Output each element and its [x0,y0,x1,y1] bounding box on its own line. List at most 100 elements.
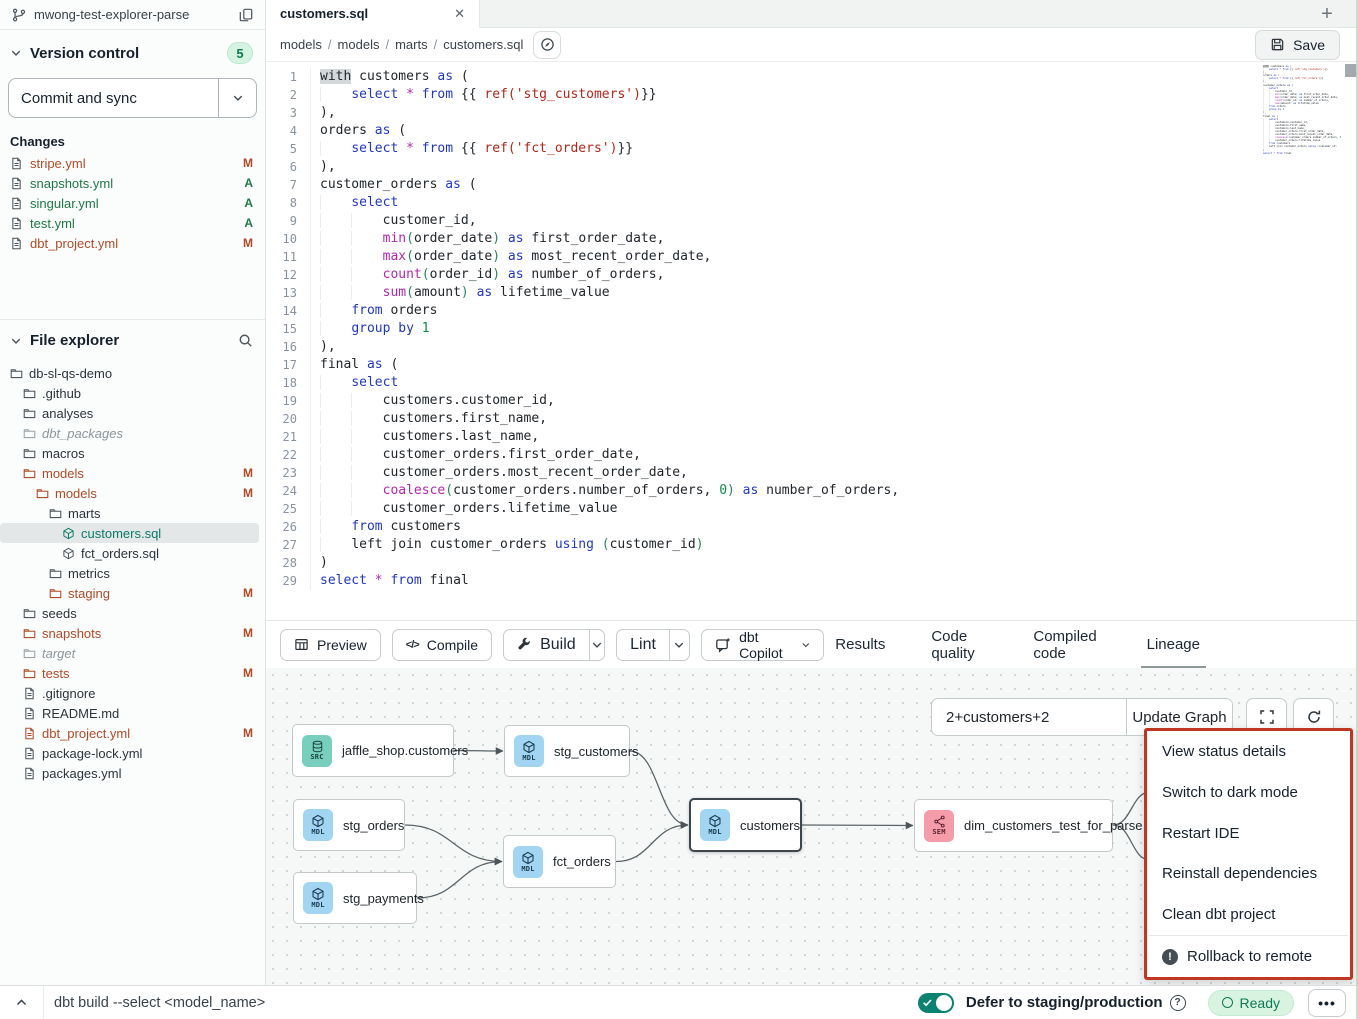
breadcrumb-item[interactable]: customers.sql [443,37,523,52]
tree-item--gitignore[interactable]: .gitignore [0,683,265,703]
file-icon [10,177,23,190]
tree-item-label: README.md [42,706,253,721]
save-button[interactable]: Save [1255,30,1340,60]
breadcrumb-item[interactable]: models [280,37,322,52]
line-number: 13 [266,284,310,302]
code-line: 8 select [266,194,1358,212]
lint-button[interactable]: Lint [617,630,669,660]
code-line: 27 left join customer_orders using (cust… [266,536,1358,554]
tree-item-models[interactable]: modelsM [0,463,265,483]
tree-item-label: tests [42,666,237,681]
tree-item-packages-yml[interactable]: packages.yml [0,763,265,783]
commit-options-caret[interactable] [218,79,256,117]
lineage-node-stg_customers[interactable]: MDLstg_customers [504,725,630,777]
tree-item-metrics[interactable]: metrics [0,563,265,583]
build-button[interactable]: Build [504,630,589,660]
output-tab-lineage[interactable]: Lineage [1147,621,1200,669]
tree-item-db-sl-qs-demo[interactable]: db-sl-qs-demo [0,363,265,383]
line-number: 25 [266,500,310,518]
tree-item-macros[interactable]: macros [0,443,265,463]
tree-item-customers-sql[interactable]: customers.sql [0,523,259,543]
tree-item-dbt-packages[interactable]: dbt_packages [0,423,265,443]
compile-button[interactable]: </> Compile [392,629,492,661]
lineage-node-stg_orders[interactable]: MDLstg_orders [293,799,405,851]
change-row[interactable]: dbt_project.ymlM [0,233,265,253]
change-row[interactable]: test.ymlA [0,213,265,233]
editor-minimap[interactable]: with customers as ( select * from {{ ref… [1263,65,1341,155]
code-editor[interactable]: 1with customers as (2 select * from {{ r… [266,62,1358,620]
tree-item-snapshots[interactable]: snapshotsM [0,623,265,643]
copy-icon[interactable] [239,8,253,22]
folder-icon [23,467,36,480]
lineage-node-jaffle_shop-customers[interactable]: SRCjaffle_shop.customers [292,724,454,777]
line-number: 28 [266,554,310,572]
defer-toggle[interactable] [918,993,954,1013]
menu-item-view-status-details[interactable]: View status details [1147,731,1350,772]
dbt-copilot-button[interactable]: dbt Copilot [701,629,824,661]
new-tab-button[interactable]: + [1312,0,1342,28]
preview-label: Preview [317,637,367,653]
tab-customers-sql[interactable]: customers.sql ✕ [266,0,480,28]
commit-button-label[interactable]: Commit and sync [9,79,218,117]
menu-item-restart-ide[interactable]: Restart IDE [1147,813,1350,854]
search-icon[interactable] [238,333,253,348]
tree-item-models[interactable]: modelsM [0,483,265,503]
code-line: 11 max(order_date) as most_recent_order_… [266,248,1358,266]
tree-item-label: customers.sql [81,526,247,541]
compile-label: Compile [427,637,478,653]
line-number: 18 [266,374,310,392]
version-control-header[interactable]: Version control 5 [0,30,265,72]
fullscreen-icon [1259,709,1275,725]
tree-item-target[interactable]: target [0,643,265,663]
code-line: 22 customer_orders.first_order_date, [266,446,1358,464]
tree-item-tests[interactable]: testsM [0,663,265,683]
expand-command-bar-button[interactable] [0,986,44,1019]
status-ready-badge[interactable]: Ready [1208,990,1294,1016]
preview-button[interactable]: Preview [280,629,381,661]
tree-item-seeds[interactable]: seeds [0,603,265,623]
menu-item-reinstall-dependencies[interactable]: Reinstall dependencies [1147,854,1350,895]
tree-item-dbt-project-yml[interactable]: dbt_project.ymlM [0,723,265,743]
tree-item-fct-orders-sql[interactable]: fct_orders.sql [0,543,265,563]
breadcrumb-item[interactable]: models [338,37,380,52]
node-type-tile: MDL [513,846,543,878]
tree-item-staging[interactable]: stagingM [0,583,265,603]
close-tab-icon[interactable]: ✕ [450,5,469,22]
lineage-node-customers[interactable]: MDLcustomers [689,798,802,852]
tree-item--github[interactable]: .github [0,383,265,403]
model-icon [311,814,325,828]
build-options-caret[interactable] [589,630,604,660]
commit-and-sync-button[interactable]: Commit and sync [8,78,257,118]
tree-item-marts[interactable]: marts [0,503,265,523]
lineage-panel[interactable]: SRCjaffle_shop.customers MDLstg_customers… [266,668,1358,985]
command-input[interactable]: dbt build --select <model_name> [44,995,918,1011]
menu-item-switch-to-dark-mode[interactable]: Switch to dark mode [1147,772,1350,813]
tree-item-readme-md[interactable]: README.md [0,703,265,723]
change-row[interactable]: singular.ymlA [0,193,265,213]
code-line-content: customer_orders.first_order_date, [310,446,641,464]
change-row[interactable]: stripe.ymlM [0,153,265,173]
output-tab-results[interactable]: Results [835,621,885,669]
file-explorer-header[interactable]: File explorer [0,320,265,357]
tree-item-analyses[interactable]: analyses [0,403,265,423]
menu-item-label: Rollback to remote [1187,948,1312,965]
output-tab-compiled-code[interactable]: Compiled code [1033,621,1100,669]
lineage-node-dim_customers_test_for_parse[interactable]: SEMdim_customers_test_for_parse [914,799,1113,852]
breadcrumb-item[interactable]: marts [395,37,428,52]
change-row[interactable]: snapshots.ymlA [0,173,265,193]
menu-item-rollback-to-remote[interactable]: !Rollback to remote [1147,936,1350,977]
help-icon[interactable]: ? [1170,995,1186,1011]
lineage-node-stg_payments[interactable]: MDLstg_payments [293,872,417,924]
lineage-node-fct_orders[interactable]: MDLfct_orders [503,835,616,888]
menu-item-clean-dbt-project[interactable]: Clean dbt project [1147,894,1350,935]
folder-icon [49,567,62,580]
more-options-button[interactable]: ••• [1308,989,1346,1017]
changes-label: Changes [10,134,265,149]
code-line-content: select * from {{ ref('fct_orders')}} [310,140,633,158]
output-tab-code-quality[interactable]: Code quality [931,621,987,669]
lineage-selector-input[interactable]: 2+customers+2 [932,699,1126,735]
tree-item-package-lock-yml[interactable]: package-lock.yml [0,743,265,763]
lint-options-caret[interactable] [669,630,689,660]
folder-icon [10,367,23,380]
compass-icon[interactable] [533,31,561,59]
